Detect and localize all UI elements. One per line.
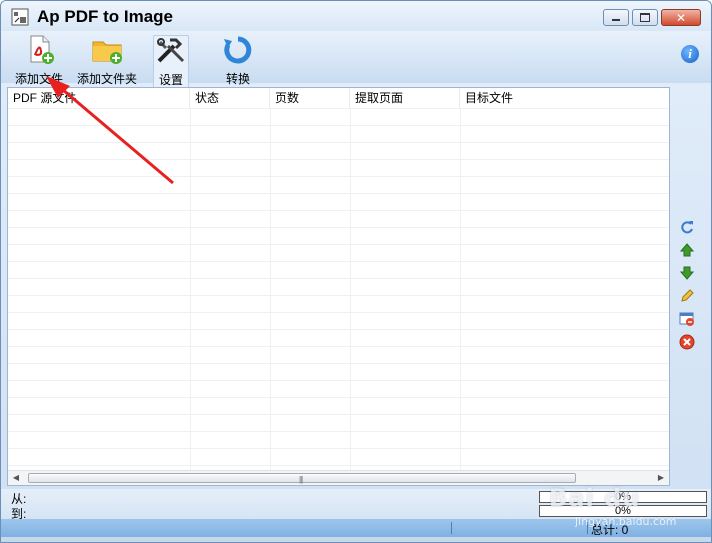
close-button[interactable]: ✕ xyxy=(661,9,701,26)
settings-button[interactable]: 设置 xyxy=(153,35,189,89)
column-header-pages[interactable]: 页数 xyxy=(270,88,350,108)
column-divider xyxy=(460,108,461,472)
delete-icon[interactable] xyxy=(679,334,695,350)
minimize-button[interactable] xyxy=(603,9,629,26)
window-title: Ap PDF to Image xyxy=(37,7,174,26)
edit-icon[interactable] xyxy=(679,288,695,304)
watermark-url: jingyan.baidu.com xyxy=(575,515,677,528)
maximize-button[interactable] xyxy=(632,9,658,26)
app-window: Ap PDF to Image ✕ 添加文件 添加文件夹 设置 转换 i PDF… xyxy=(0,0,712,543)
watermark-logo: Bai du xyxy=(549,484,641,512)
convert-refresh-icon xyxy=(224,36,252,64)
move-up-icon[interactable] xyxy=(679,242,695,258)
tools-settings-icon xyxy=(157,38,185,63)
horizontal-scrollbar[interactable]: ◀ ||| ▶ xyxy=(8,470,669,485)
app-icon xyxy=(11,8,29,26)
minimize-icon xyxy=(612,19,620,21)
column-divider xyxy=(270,108,271,472)
table-body xyxy=(8,108,669,472)
add-pdf-file-icon xyxy=(30,35,54,64)
settings-label: 设置 xyxy=(158,73,183,87)
convert-button[interactable]: 转换 xyxy=(219,35,257,87)
window-bottom-edge xyxy=(1,537,711,542)
add-file-button[interactable]: 添加文件 xyxy=(13,35,65,87)
maximize-icon xyxy=(640,13,650,22)
add-folder-icon xyxy=(92,41,122,64)
scroll-right-icon[interactable]: ▶ xyxy=(655,472,667,484)
column-header-status[interactable]: 状态 xyxy=(190,88,270,108)
column-header-source-file[interactable]: PDF 源文件 xyxy=(8,88,190,108)
column-divider xyxy=(350,108,351,472)
scroll-left-icon[interactable]: ◀ xyxy=(10,472,22,484)
side-action-bar xyxy=(679,219,699,357)
column-divider xyxy=(190,108,191,472)
column-header-extract-pages[interactable]: 提取页面 xyxy=(350,88,460,108)
convert-label: 转换 xyxy=(225,72,250,86)
grip-icon: ||| xyxy=(299,475,303,484)
info-icon[interactable]: i xyxy=(681,45,699,63)
status-divider xyxy=(451,522,452,534)
close-icon: ✕ xyxy=(675,10,687,25)
file-list-table[interactable]: PDF 源文件 状态 页数 提取页面 目标文件 ◀ ||| ▶ xyxy=(7,87,670,486)
move-down-icon[interactable] xyxy=(679,265,695,281)
remove-icon[interactable] xyxy=(679,311,695,327)
scrollbar-thumb[interactable]: ||| xyxy=(28,473,576,484)
column-header-target-file[interactable]: 目标文件 xyxy=(460,88,669,108)
toolbar: 添加文件 添加文件夹 设置 转换 i xyxy=(1,31,711,89)
table-header: PDF 源文件 状态 页数 提取页面 目标文件 xyxy=(8,88,669,109)
refresh-icon[interactable] xyxy=(679,219,695,235)
add-folder-button[interactable]: 添加文件夹 xyxy=(77,35,137,87)
title-bar[interactable]: Ap PDF to Image ✕ xyxy=(1,1,711,31)
add-folder-label: 添加文件夹 xyxy=(77,72,138,86)
add-file-label: 添加文件 xyxy=(14,72,63,86)
